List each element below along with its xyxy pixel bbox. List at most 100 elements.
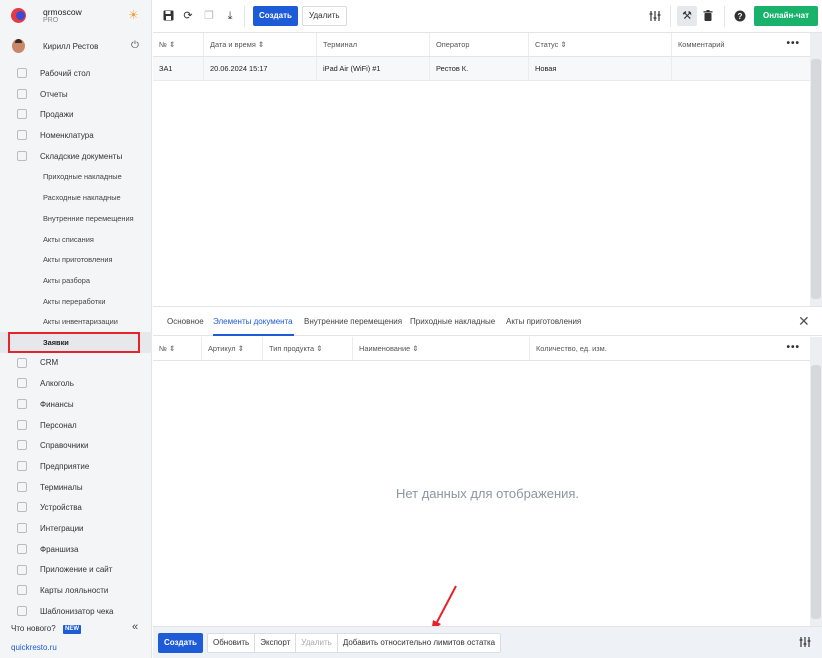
bottom-toolbar: Создать Обновить Экспорт Удалить Добавит…: [153, 626, 822, 658]
sidebar-item-label: Устройства: [40, 503, 82, 513]
sidebar-subitem-processing-acts[interactable]: Акты переработки: [0, 291, 152, 312]
sidebar-item-crm[interactable]: CRM: [0, 353, 152, 374]
refresh-button[interactable]: Обновить: [208, 634, 256, 652]
theme-sun-icon[interactable]: ☀: [128, 9, 139, 21]
sidebar-subitem-cooking-acts[interactable]: Акты приготовления: [0, 249, 152, 270]
sidebar-item-app-site[interactable]: Приложение и сайт: [0, 560, 152, 581]
table-row[interactable]: ЗА1 20.06.2024 15:17 iPad Air (WiFi) #1 …: [153, 57, 810, 81]
highlight-annotation: [8, 332, 140, 353]
sidebar-item-label: Терминалы: [40, 482, 83, 492]
power-icon[interactable]: ⏻: [131, 40, 139, 51]
help-icon[interactable]: ?: [734, 10, 746, 22]
grid-more-icon[interactable]: •••: [786, 33, 800, 55]
sidebar-item-directories[interactable]: Справочники: [0, 435, 152, 456]
col-header-article[interactable]: Артикул ⇕: [202, 337, 263, 360]
tab-internal-transfers[interactable]: Внутренние перемещения: [304, 317, 402, 326]
sidebar-item-label: Алкоголь: [40, 379, 74, 389]
user-profile[interactable]: Кирилл Рестов ⏻: [0, 36, 152, 58]
sidebar-item-receipt-templates[interactable]: Шаблонизатор чека: [0, 601, 152, 622]
sidebar-item-dashboard[interactable]: Рабочий стол: [0, 63, 152, 84]
toolbar-divider: [670, 6, 671, 27]
sidebar-item-finance[interactable]: Финансы: [0, 394, 152, 415]
sidebar-item-warehouse-docs[interactable]: Складские документы: [0, 146, 152, 167]
active-tab-indicator: [213, 334, 294, 336]
column-settings-icon[interactable]: [649, 10, 661, 22]
grid-scrollbar-thumb[interactable]: [811, 59, 821, 299]
detail-grid-header: № ⇕ Артикул ⇕ Тип продукта ⇕ Наименовани…: [153, 337, 810, 361]
receipt-icon: [17, 605, 27, 616]
delete-item-button[interactable]: Удалить: [296, 634, 338, 652]
col-header-status[interactable]: Статус ⇕: [529, 33, 672, 56]
col-header-operator[interactable]: Оператор: [430, 33, 529, 56]
user-name: Кирилл Рестов: [43, 42, 99, 51]
col-header-number[interactable]: № ⇕: [153, 33, 204, 56]
sidebar-subitem-incoming-invoices[interactable]: Приходные накладные: [0, 166, 152, 187]
cell-operator: Рестов К.: [430, 57, 529, 80]
sidebar-item-integrations[interactable]: Интеграции: [0, 518, 152, 539]
sidebar-subitem-outgoing-invoices[interactable]: Расходные накладные: [0, 187, 152, 208]
add-by-stock-limits-button[interactable]: Добавить относительно лимитов остатка: [338, 634, 500, 652]
download-icon[interactable]: ⤓: [224, 10, 236, 22]
copy-icon[interactable]: ❐: [203, 10, 215, 22]
sidebar-item-staff[interactable]: Персонал: [0, 415, 152, 436]
detail-more-icon[interactable]: •••: [786, 337, 800, 359]
grid-scrollbar[interactable]: [810, 33, 822, 306]
sidebar-item-nomenclature[interactable]: Номенклатура: [0, 125, 152, 146]
sidebar-item-reports[interactable]: Отчеты: [0, 84, 152, 105]
site-link[interactable]: quickresto.ru: [11, 643, 57, 652]
empty-state-message: Нет данных для отображения.: [395, 486, 580, 501]
brand-logo-icon: [11, 8, 26, 23]
detail-scrollbar[interactable]: [810, 337, 822, 626]
book-icon: [17, 440, 27, 451]
sidebar-subitem-disassembly-acts[interactable]: Акты разбора: [0, 270, 152, 291]
glass-icon: [17, 378, 27, 389]
sidebar-subitem-inventory-acts[interactable]: Акты инвентаризации: [0, 311, 152, 332]
sidebar-subitem-label: Акты приготовления: [43, 255, 113, 265]
sidebar-item-sales[interactable]: Продажи: [0, 104, 152, 125]
dashboard-icon: [17, 68, 27, 78]
card-icon: [17, 585, 27, 596]
trash-icon[interactable]: [702, 10, 714, 22]
sidebar-item-label: Продажи: [40, 110, 74, 120]
sidebar-subitem-write-offs[interactable]: Акты списания: [0, 229, 152, 250]
save-icon[interactable]: [162, 10, 174, 22]
whats-new-link[interactable]: Что нового?: [11, 624, 56, 633]
tab-incoming-invoices[interactable]: Приходные накладные: [410, 317, 495, 326]
tab-cooking-acts[interactable]: Акты приготовления: [506, 317, 581, 326]
close-icon[interactable]: ✕: [798, 313, 810, 330]
export-button[interactable]: Экспорт: [255, 634, 297, 652]
sidebar-item-label: Рабочий стол: [40, 68, 91, 78]
detail-tabs: Основное Элементы документа Внутренние п…: [153, 310, 822, 336]
refresh-icon[interactable]: ⟳: [182, 10, 194, 22]
delete-button[interactable]: Удалить: [302, 6, 347, 26]
tab-document-items[interactable]: Элементы документа: [213, 317, 293, 326]
cell-number: ЗА1: [153, 57, 204, 80]
panel-splitter[interactable]: [153, 306, 822, 307]
sidebar-item-terminals[interactable]: Терминалы: [0, 477, 152, 498]
link-icon: [17, 523, 27, 534]
sidebar-item-label: Карты лояльности: [40, 586, 109, 596]
top-toolbar: ⟳ ❐ ⤓ Создать Удалить ⚒ ? Онлайн-чат: [153, 0, 822, 33]
col-header-terminal[interactable]: Терминал: [317, 33, 430, 56]
terminal-icon: [17, 481, 27, 492]
col-header-number[interactable]: № ⇕: [153, 337, 202, 360]
tab-general[interactable]: Основное: [167, 317, 204, 326]
online-chat-button[interactable]: Онлайн-чат: [754, 6, 819, 26]
sidebar-item-alcohol[interactable]: Алкоголь: [0, 373, 152, 394]
sidebar-item-franchise[interactable]: Франшиза: [0, 539, 152, 560]
sidebar-item-enterprise[interactable]: Предприятие: [0, 456, 152, 477]
collapse-sidebar-icon[interactable]: «: [132, 621, 138, 633]
printer-icon: [17, 502, 27, 513]
sidebar-item-devices[interactable]: Устройства: [0, 497, 152, 518]
create-button[interactable]: Создать: [253, 6, 298, 26]
col-header-quantity[interactable]: Количество, ед. изм.: [530, 337, 810, 360]
column-settings-icon[interactable]: [799, 636, 811, 651]
brand-header[interactable]: qrmoscow PRO ☀: [0, 0, 152, 32]
create-item-button[interactable]: Создать: [158, 633, 203, 653]
col-header-datetime[interactable]: Дата и время ⇕: [204, 33, 317, 56]
sidebar-item-label: Финансы: [40, 399, 74, 409]
col-header-product-type[interactable]: Тип продукта ⇕: [263, 337, 353, 360]
col-header-name[interactable]: Наименование ⇕: [353, 337, 530, 360]
sidebar-subitem-internal-transfers[interactable]: Внутренние перемещения: [0, 208, 152, 229]
sidebar-item-loyalty-cards[interactable]: Карты лояльности: [0, 580, 152, 601]
